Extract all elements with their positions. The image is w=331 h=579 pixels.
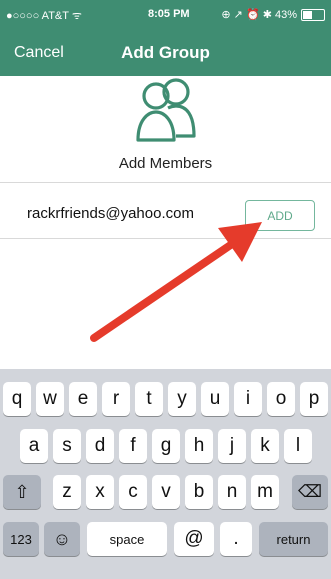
key-t[interactable]: t [135, 382, 163, 416]
space-key[interactable]: space [87, 522, 167, 556]
key-j[interactable]: j [218, 429, 246, 463]
key-c[interactable]: c [119, 475, 147, 509]
key-s[interactable]: s [53, 429, 81, 463]
key-i[interactable]: i [234, 382, 262, 416]
key-e[interactable]: e [69, 382, 97, 416]
key-h[interactable]: h [185, 429, 213, 463]
key-u[interactable]: u [201, 382, 229, 416]
dot-key[interactable]: . [220, 522, 252, 556]
shift-key[interactable]: ⇧ [3, 475, 41, 509]
return-key[interactable]: return [259, 522, 328, 556]
key-w[interactable]: w [36, 382, 64, 416]
delete-key[interactable]: ⌫ [292, 475, 328, 509]
at-key[interactable]: @ [174, 522, 214, 556]
key-m[interactable]: m [251, 475, 279, 509]
key-v[interactable]: v [152, 475, 180, 509]
key-p[interactable]: p [300, 382, 328, 416]
key-y[interactable]: y [168, 382, 196, 416]
key-f[interactable]: f [119, 429, 147, 463]
key-g[interactable]: g [152, 429, 180, 463]
key-n[interactable]: n [218, 475, 246, 509]
key-b[interactable]: b [185, 475, 213, 509]
key-o[interactable]: o [267, 382, 295, 416]
key-r[interactable]: r [102, 382, 130, 416]
numbers-key[interactable]: 123 [3, 522, 39, 556]
key-z[interactable]: z [53, 475, 81, 509]
key-d[interactable]: d [86, 429, 114, 463]
key-x[interactable]: x [86, 475, 114, 509]
key-q[interactable]: q [3, 382, 31, 416]
key-k[interactable]: k [251, 429, 279, 463]
key-l[interactable]: l [284, 429, 312, 463]
emoji-key[interactable]: ☺ [44, 522, 80, 556]
keyboard: q w e r t y u i o p a s d f g h j k l ⇧ … [0, 369, 331, 579]
key-a[interactable]: a [20, 429, 48, 463]
